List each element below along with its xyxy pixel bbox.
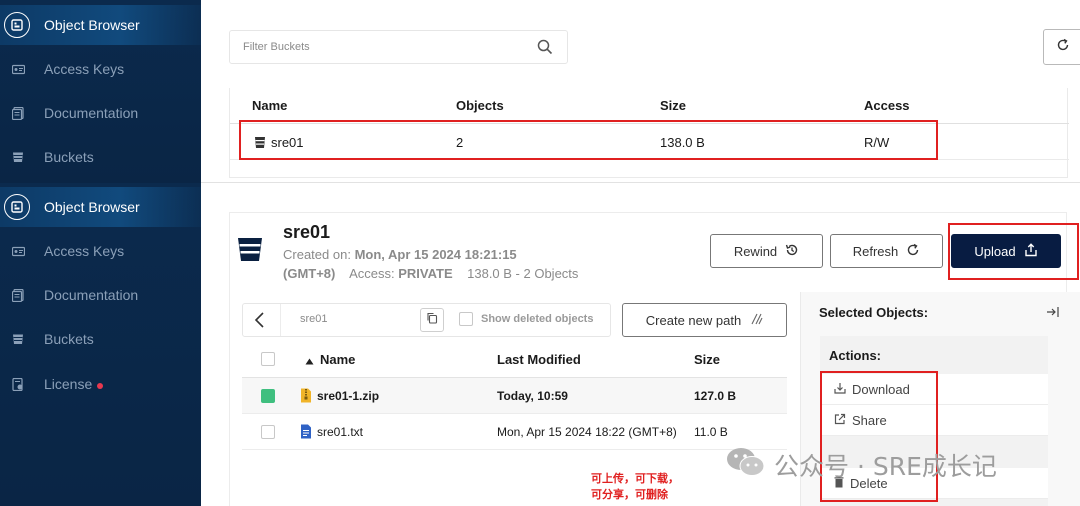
created-label: Created on: xyxy=(283,247,351,262)
show-deleted-label: Show deleted objects xyxy=(481,313,594,325)
refresh-buckets-button[interactable] xyxy=(1043,29,1080,65)
sidebar-top: Object Browser Access Keys Documentation… xyxy=(0,0,201,183)
breadcrumb-separator xyxy=(280,304,281,336)
collapse-panel-icon[interactable] xyxy=(1046,305,1060,324)
rewind-button[interactable]: Rewind xyxy=(710,234,823,268)
annotation-line-1: 可上传，可下载， xyxy=(591,472,679,485)
highlight-upload xyxy=(948,223,1079,280)
object-browser-icon xyxy=(4,194,30,220)
highlight-bucket-row xyxy=(239,120,938,160)
section-divider xyxy=(201,182,1080,183)
actions-title: Actions: xyxy=(829,348,881,363)
column-header-name[interactable]: Name xyxy=(252,98,287,113)
refresh-button[interactable]: Refresh xyxy=(830,234,943,268)
sidebar-item-label: Object Browser xyxy=(44,199,140,215)
access-value: PRIVATE xyxy=(398,266,453,281)
sidebar-bottom: Object Browser Access Keys Documentation… xyxy=(0,183,201,506)
bucket-summary: 138.0 B - 2 Objects xyxy=(467,266,579,281)
sidebar-item-license[interactable]: License xyxy=(0,364,201,404)
sidebar-item-documentation[interactable]: Documentation xyxy=(0,275,201,315)
text-file-icon xyxy=(300,424,312,442)
row-checkbox[interactable] xyxy=(261,389,275,403)
sort-ascending-icon[interactable] xyxy=(305,353,314,368)
object-row[interactable]: sre01-1.zip Today, 10:59 127.0 B xyxy=(242,378,787,414)
object-browser-icon xyxy=(4,12,30,38)
refresh-icon xyxy=(898,243,920,260)
search-icon[interactable] xyxy=(537,39,553,58)
object-row[interactable]: sre01.txt Mon, Apr 15 2024 18:22 (GMT+8)… xyxy=(242,414,787,450)
access-keys-icon xyxy=(10,243,26,259)
column-header-size[interactable]: Size xyxy=(660,98,686,113)
bucket-icon xyxy=(10,149,26,165)
documentation-icon xyxy=(10,105,26,121)
documentation-icon xyxy=(10,287,26,303)
sidebar-item-label: Documentation xyxy=(44,105,139,121)
object-size: 11.0 B xyxy=(694,425,728,439)
row-checkbox[interactable] xyxy=(261,425,275,439)
sidebar-item-buckets[interactable]: Buckets xyxy=(0,137,201,177)
bucket-table-header: Name Objects Size Access xyxy=(230,88,1069,124)
show-deleted-checkbox[interactable] xyxy=(459,312,473,326)
sidebar-item-label: Buckets xyxy=(44,331,94,347)
column-header-last-modified[interactable]: Last Modified xyxy=(497,352,581,367)
zip-file-icon xyxy=(300,388,312,406)
refresh-icon xyxy=(1056,38,1070,57)
rewind-button-label: Rewind xyxy=(733,243,778,259)
object-table-header: Name Last Modified Size xyxy=(242,340,787,378)
back-arrow-icon[interactable] xyxy=(250,310,270,330)
copy-path-button[interactable] xyxy=(420,308,444,332)
sidebar-item-label: Access Keys xyxy=(44,243,125,259)
filter-buckets-input[interactable]: Filter Buckets xyxy=(229,30,568,64)
license-icon xyxy=(10,376,26,392)
watermark: 公众号 · SRE成长记 xyxy=(726,446,997,484)
filter-buckets-placeholder: Filter Buckets xyxy=(243,41,310,53)
column-header-name[interactable]: Name xyxy=(320,352,355,367)
object-modified: Mon, Apr 15 2024 18:22 (GMT+8) xyxy=(497,425,677,439)
sidebar-item-access-keys[interactable]: Access Keys xyxy=(0,231,201,271)
access-keys-icon xyxy=(10,61,26,77)
sidebar-item-label: Access Keys xyxy=(44,61,125,77)
sidebar-item-object-browser[interactable]: Object Browser xyxy=(0,187,201,227)
create-new-path-button[interactable]: Create new path xyxy=(622,303,787,337)
bucket-title: sre01 xyxy=(283,222,331,242)
bucket-icon xyxy=(10,331,26,347)
access-label: Access: xyxy=(349,266,395,281)
create-path-label: Create new path xyxy=(645,312,742,328)
sidebar-item-label: License xyxy=(44,376,93,392)
bucket-access-line: (GMT+8) Access: PRIVATE 138.0 B - 2 Obje… xyxy=(283,266,578,281)
select-all-checkbox[interactable] xyxy=(261,352,275,366)
sidebar-item-documentation[interactable]: Documentation xyxy=(0,93,201,133)
refresh-button-label: Refresh xyxy=(852,243,899,259)
breadcrumb-path[interactable]: sre01 xyxy=(300,313,328,325)
new-path-icon xyxy=(741,313,763,328)
created-timezone: (GMT+8) xyxy=(283,266,336,281)
copy-icon xyxy=(426,311,438,329)
rewind-icon xyxy=(777,243,799,260)
object-size: 127.0 B xyxy=(694,389,737,403)
object-name: sre01.txt xyxy=(317,425,364,439)
object-modified: Today, 10:59 xyxy=(497,389,568,403)
license-alert-badge xyxy=(97,382,104,389)
watermark-text: 公众号 · SRE成长记 xyxy=(774,452,997,481)
sidebar-item-access-keys[interactable]: Access Keys xyxy=(0,49,201,89)
sidebar-item-label: Documentation xyxy=(44,287,139,303)
column-header-access[interactable]: Access xyxy=(864,98,910,113)
sidebar-item-label: Object Browser xyxy=(44,17,140,33)
sidebar-item-object-browser[interactable]: Object Browser xyxy=(0,5,201,45)
wechat-icon xyxy=(726,446,766,484)
column-header-objects[interactable]: Objects xyxy=(456,98,504,113)
object-name: sre01-1.zip xyxy=(317,389,380,403)
sidebar-item-buckets[interactable]: Buckets xyxy=(0,319,201,359)
bucket-created-line: Created on: Mon, Apr 15 2024 18:21:15 xyxy=(283,247,517,262)
created-value: Mon, Apr 15 2024 18:21:15 xyxy=(354,247,517,262)
sidebar-item-label: Buckets xyxy=(44,149,94,165)
selected-objects-title: Selected Objects: xyxy=(819,305,929,320)
bucket-icon xyxy=(237,236,263,267)
column-header-size[interactable]: Size xyxy=(694,352,720,367)
annotation-line-2: 可分享，可删除 xyxy=(591,488,668,501)
